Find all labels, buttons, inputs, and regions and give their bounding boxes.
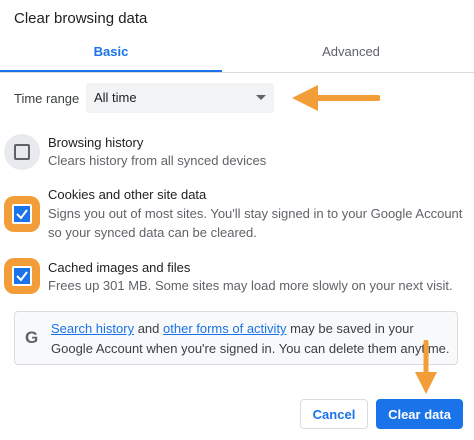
google-g-icon: G <box>25 328 39 347</box>
checkmark-icon <box>16 271 28 282</box>
checkbox-browsing-history[interactable] <box>4 134 40 170</box>
chevron-down-icon <box>256 95 266 100</box>
checkbox-box <box>12 204 32 224</box>
checkbox-box <box>14 144 30 160</box>
annotation-arrow-down-icon <box>415 340 437 394</box>
other-activity-link[interactable]: other forms of activity <box>163 321 287 336</box>
time-range-label: Time range <box>14 91 80 106</box>
checkbox-box <box>12 266 32 286</box>
time-range-select[interactable]: All time <box>86 83 274 113</box>
google-account-info-box: G Search history and other forms of acti… <box>14 311 458 365</box>
checkbox-cached-images[interactable] <box>4 258 40 294</box>
checkbox-cookies[interactable] <box>4 196 40 232</box>
time-range-value: All time <box>94 90 137 105</box>
dialog-title: Clear browsing data <box>14 10 148 27</box>
tab-advanced[interactable]: Advanced <box>238 40 464 72</box>
tab-basic[interactable]: Basic <box>0 40 222 72</box>
option-title: Cookies and other site data <box>48 187 207 202</box>
info-text: Search history and other forms of activi… <box>51 319 451 359</box>
clear-data-button[interactable]: Clear data <box>376 399 463 429</box>
tab-bar: Basic Advanced <box>0 40 474 73</box>
option-description: Signs you out of most sites. You'll stay… <box>48 206 463 240</box>
option-title: Cached images and files <box>48 260 191 275</box>
clear-browsing-data-dialog: Clear browsing data Basic Advanced Time … <box>0 0 474 440</box>
option-description: Frees up 301 MB. Some sites may load mor… <box>48 278 453 293</box>
option-title: Browsing history <box>48 135 144 150</box>
search-history-link[interactable]: Search history <box>51 321 134 336</box>
annotation-arrow-left-icon <box>292 85 380 111</box>
option-description: Clears history from all synced devices <box>48 153 267 168</box>
info-text-part: and <box>134 321 164 336</box>
checkmark-icon <box>16 209 28 220</box>
cancel-button[interactable]: Cancel <box>300 399 368 429</box>
